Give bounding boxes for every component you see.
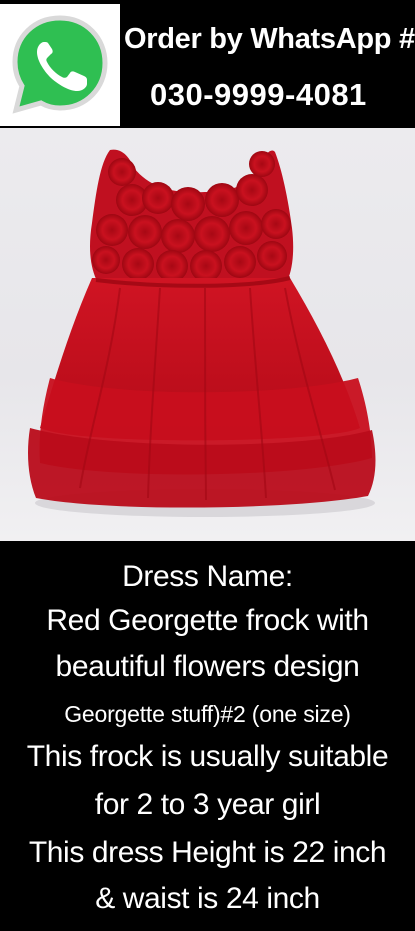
phone-number[interactable]: 030-9999-4081 [150, 78, 367, 112]
whatsapp-logo[interactable] [0, 4, 120, 126]
description-line: This frock is usually suitable [26, 740, 389, 773]
description-line: & waist is 24 inch [95, 882, 320, 915]
red-dress-image [0, 128, 415, 541]
dress-name-heading: Dress Name: [122, 560, 293, 593]
header-banner: Order by WhatsApp # 030-9999-4081 [0, 0, 415, 128]
description-line: This dress Height is 22 inch [28, 836, 387, 869]
description-line: for 2 to 3 year girl [94, 788, 321, 821]
product-description: Dress Name: Red Georgette frock with bea… [0, 541, 415, 931]
whatsapp-icon [12, 15, 108, 114]
description-line: Red Georgette frock with [46, 604, 369, 637]
description-line: beautiful flowers design [55, 650, 360, 683]
order-by-whatsapp-label: Order by WhatsApp # [124, 23, 415, 55]
description-line: Georgette stuff)#2 (one size) [64, 701, 351, 727]
